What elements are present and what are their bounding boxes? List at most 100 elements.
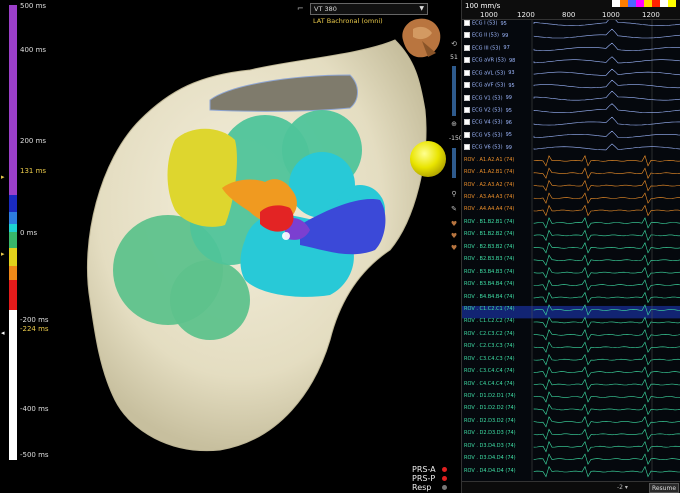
channel-label: ECG V5 (53)	[472, 132, 503, 139]
time-axis-label: 1000	[480, 11, 498, 19]
channel-row[interactable]: ROV . C3.C4.C3 (74)	[464, 356, 536, 364]
channel-row[interactable]: ROV . B3.B4.B3 (74)	[464, 269, 536, 277]
channel-row[interactable]: ECG V6 (53) 99	[464, 144, 536, 152]
heart-view-icon-3[interactable]: ♥	[449, 244, 459, 252]
channel-row[interactable]: ROV . B3.B4.B4 (74)	[464, 281, 536, 289]
channel-row[interactable]: ECG aVR (53) 98	[464, 57, 536, 65]
signal-trace	[533, 291, 680, 304]
lower-threshold-marker[interactable]: ◂	[1, 329, 5, 337]
channel-label: ECG I (53)	[472, 20, 498, 27]
channel-row[interactable]: ECG aVL (53) 93	[464, 69, 536, 78]
status-dot-icon	[442, 485, 447, 490]
brush-icon[interactable]: ✎	[449, 205, 459, 213]
channel-checkbox[interactable]	[464, 94, 470, 101]
channel-row[interactable]: ECG aVF (53) 95	[464, 82, 536, 90]
map-menu-icon[interactable]: ⌐	[297, 4, 304, 13]
channel-row[interactable]: ROV . C2.C3.C2 (74)	[464, 331, 536, 339]
channel-row[interactable]: ROV . D3.D4.D4 (74)	[464, 455, 536, 463]
palette-swatch[interactable]	[612, 0, 620, 7]
channel-checkbox[interactable]	[464, 82, 470, 89]
channel-checkbox[interactable]	[464, 57, 470, 64]
channel-row[interactable]: ROV . D1.D2.D2 (74)	[464, 405, 536, 413]
channel-checkbox[interactable]	[464, 131, 470, 138]
heart-orientation-icon	[402, 18, 441, 58]
channel-row[interactable]: ROV . C4.C4.C4 (74)	[464, 381, 536, 389]
channel-row[interactable]: ROV . A1.A2.B1 (74)	[464, 169, 536, 177]
signal-trace	[533, 378, 680, 391]
channel-checkbox[interactable]	[464, 69, 470, 76]
page-selector[interactable]: -2 ▾	[617, 484, 628, 491]
channel-checkbox[interactable]	[464, 107, 470, 114]
channel-row[interactable]: ROV . A4.A4.A4 (74)	[464, 206, 536, 214]
signal-trace	[533, 266, 680, 279]
rotate-icon[interactable]: ⟲	[449, 40, 459, 48]
zoom-slider[interactable]	[452, 66, 456, 116]
palette-swatch[interactable]	[660, 0, 668, 7]
channel-row[interactable]: ROV . D2.D3.D3 (74)	[464, 430, 536, 438]
upper-threshold-marker[interactable]: ▸	[1, 173, 5, 181]
channel-label: ROV . D3.D4.D3 (74)	[464, 442, 516, 449]
lat-color-scale: 500 ms 400 ms 200 ms 131 ms 0 ms -200 ms -224 …	[0, 0, 60, 493]
channel-row[interactable]: ROV . D4.D4.D4 (74)	[464, 468, 536, 476]
channel-row[interactable]: ECG I (53) 95	[464, 20, 536, 28]
map-toolstrip: ⟲ 51 ⊕ -150 ⚲ ✎ ♥ ♥ ♥	[447, 40, 463, 480]
offset-slider[interactable]	[452, 148, 456, 178]
anatomical-map-view[interactable]: ⌐ VT 380 ▼ LAT Bachronal (omni) PRS-A PR…	[60, 0, 455, 493]
palette-swatch[interactable]	[644, 0, 652, 7]
channel-row[interactable]: ECG II (53) 99	[464, 32, 536, 40]
channel-label: ROV . D2.D3.D3 (74)	[464, 430, 516, 437]
map-select-dropdown[interactable]: VT 380 ▼	[310, 3, 428, 15]
channel-row[interactable]: ROV . A3.A4.A3 (74)	[464, 194, 536, 202]
channel-checkbox[interactable]	[464, 32, 470, 39]
channel-checkbox[interactable]	[464, 44, 470, 51]
channel-row[interactable]: ROV . A1.A2.A1 (74)	[464, 157, 536, 165]
channel-row[interactable]: ROV . B2.B3.B3 (74)	[464, 256, 536, 264]
signal-trace	[533, 90, 680, 101]
palette-swatch[interactable]	[668, 0, 676, 7]
zoom-icon[interactable]: ⊕	[449, 120, 459, 128]
palette-swatch[interactable]	[652, 0, 660, 7]
channel-row[interactable]: ROV . D3.D4.D3 (74)	[464, 443, 536, 451]
lat-region-yellow	[167, 128, 237, 227]
channel-label: ECG aVL (53)	[472, 70, 506, 77]
scale-segment	[9, 266, 17, 280]
channel-row[interactable]: ECG III (53) 97	[464, 44, 536, 53]
channel-checkbox[interactable]	[464, 20, 470, 26]
heart-view-icon-2[interactable]: ♥	[449, 232, 459, 240]
palette-swatch[interactable]	[628, 0, 636, 7]
channel-checkbox[interactable]	[464, 119, 470, 126]
palette-swatch[interactable]	[636, 0, 644, 7]
channel-label: ROV . C4.C4.C4 (74)	[464, 380, 515, 387]
channel-label: ROV . D1.D2.D2 (74)	[464, 405, 516, 412]
resume-button[interactable]: Resume	[649, 483, 679, 493]
channel-row[interactable]: ROV . B1.B2.B2 (74)	[464, 231, 536, 239]
channel-row[interactable]: ECG V5 (53) 95	[464, 131, 536, 140]
channel-color-palette[interactable]	[612, 0, 677, 8]
palette-swatch[interactable]	[620, 0, 628, 7]
channel-row[interactable]: ROV . C1.C2.C2 (74)	[464, 318, 536, 326]
channel-row[interactable]: ROV . B4.B4.B4 (74)	[464, 294, 536, 302]
channel-row[interactable]: ROV . C2.C3.C3 (74)	[464, 343, 536, 351]
signal-trace	[533, 42, 680, 51]
channel-row[interactable]: ROV . D1.D2.D1 (74)	[464, 393, 536, 401]
channel-row[interactable]: ROV . C3.C4.C4 (74)	[464, 368, 536, 376]
channel-row[interactable]: ECG V2 (53) 95	[464, 107, 536, 115]
signal-trace	[533, 366, 680, 378]
channel-row[interactable]: ROV . A2.A3.A2 (74)	[464, 182, 536, 190]
zero-marker[interactable]: ▸	[1, 250, 5, 258]
signal-trace	[533, 28, 680, 39]
channel-row[interactable]: ROV . C1.C2.C1 (74)	[464, 306, 536, 314]
channel-row[interactable]: ECG V1 (53) 99	[464, 94, 536, 103]
channel-value: 99	[501, 32, 509, 39]
channel-checkbox[interactable]	[464, 144, 470, 151]
channel-row[interactable]: ROV . D2.D3.D2 (74)	[464, 418, 536, 426]
heart-view-icon[interactable]: ♥	[449, 220, 459, 228]
channel-row[interactable]: ROV . B2.B3.B2 (74)	[464, 244, 536, 252]
channel-row[interactable]: ECG V4 (53) 96	[464, 119, 536, 127]
signal-trace	[533, 440, 680, 453]
pin-icon[interactable]: ⚲	[449, 190, 459, 198]
sweep-speed[interactable]: 100 mm/s	[465, 2, 500, 10]
channel-row[interactable]: ROV . B1.B2.B1 (74)	[464, 219, 536, 227]
signal-trace	[533, 428, 680, 441]
lat-map-render[interactable]	[60, 0, 455, 493]
